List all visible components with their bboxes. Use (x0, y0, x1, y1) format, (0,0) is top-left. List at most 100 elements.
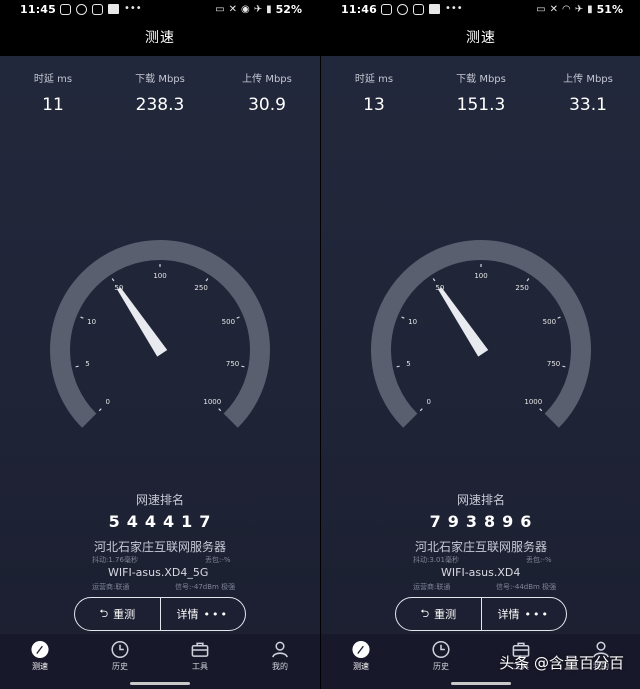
gauge-tick-label: 750 (225, 360, 240, 369)
watermark-text: 头条 @含量百分百 (499, 654, 624, 672)
speedometer-icon (31, 640, 49, 659)
gauge-tick-mark (419, 408, 423, 412)
app-bar: 测速 (321, 20, 640, 56)
battery-level: 51% (596, 3, 623, 16)
operator-text: 运营商:联通 (413, 583, 451, 591)
download-metric: 下载 Mbps 151.3 (436, 70, 526, 115)
home-indicator[interactable] (451, 682, 511, 685)
gauge-tick-label: 5 (406, 360, 411, 369)
gauge-tick-label: 1000 (203, 398, 222, 407)
home-indicator[interactable] (130, 682, 190, 685)
sync-icon (60, 4, 71, 15)
app-bar: 测速 (0, 20, 320, 56)
mail-icon (429, 4, 440, 14)
mail-icon (108, 4, 119, 14)
download-label: 下载 Mbps (456, 74, 506, 85)
gauge-needle (438, 287, 489, 357)
battery-level: 52% (275, 3, 302, 16)
download-metric: 下载 Mbps 238.3 (115, 70, 205, 115)
rank-title: 网速排名 (456, 493, 505, 507)
more-notifications-icon: ••• (445, 3, 463, 14)
gauge-needle (117, 287, 168, 357)
gauge-tick-label: 750 (546, 360, 561, 369)
gauge-tick-label: 0 (105, 398, 110, 407)
gauge-tick-mark (526, 278, 530, 282)
packet-loss-text: 丢包:-% (526, 556, 552, 564)
undo-icon: ⮌ (420, 606, 430, 620)
nav-label: 我的 (272, 662, 288, 671)
nav-item-history[interactable]: 历史 (401, 634, 481, 689)
latency-value: 11 (42, 95, 64, 115)
latency-label: 时延 ms (354, 74, 394, 85)
wifi-icon: ◠ (562, 4, 571, 15)
app-notification-icon (76, 4, 87, 15)
nav-label: 测速 (353, 662, 369, 671)
gauge-tick-mark (432, 278, 436, 282)
gauge-tick-label: 500 (542, 317, 557, 326)
retest-button[interactable]: ⮌ 重测 (75, 598, 160, 630)
speed-gauge: 0 5 10 50 100 250 500 750 1000 (361, 228, 601, 428)
undo-icon: ⮌ (99, 606, 109, 620)
action-buttons: ⮌ 重测 详情 ••• (395, 597, 567, 631)
screenshot-pair: 11:45 ••• ▭ ✕ ◉ ✈ ▮ 52% 测速 时延 ms 11 下载 M… (0, 0, 640, 689)
gauge-tick-label: 50 (114, 284, 124, 293)
nav-item-profile[interactable]: 我的 (240, 634, 320, 689)
gauge-tick-marks (75, 264, 245, 412)
download-value: 151.3 (456, 95, 506, 115)
gauge-tick-mark (401, 316, 405, 319)
download-label: 下载 Mbps (135, 74, 185, 85)
wifi-ssid: WIFI-asus.XD4_5G (108, 566, 209, 579)
gauge-needle-shape (438, 287, 489, 357)
more-icon: ••• (524, 607, 550, 621)
clock-icon (432, 640, 450, 659)
status-bar: 11:46 ••• ▭ ✕ ◠ ✈ ▮ 51% (321, 0, 640, 20)
packet-loss-text: 丢包:-% (205, 556, 231, 564)
upload-label: 上传 Mbps (563, 74, 613, 85)
nav-label: 测速 (32, 662, 48, 671)
retest-button[interactable]: ⮌ 重测 (396, 598, 481, 630)
details-button[interactable]: 详情 ••• (159, 598, 246, 630)
gauge-tick-mark (539, 408, 543, 412)
rank-number: 544417 (108, 512, 218, 531)
nav-item-history[interactable]: 历史 (80, 634, 160, 689)
toolbox-icon (191, 642, 209, 657)
more-notifications-icon: ••• (124, 3, 142, 14)
clipboard-icon (413, 4, 424, 15)
battery-icon: ▮ (587, 4, 593, 15)
gauge-tick-label: 0 (426, 398, 431, 407)
operator-text: 运营商:联通 (92, 583, 130, 591)
upload-label: 上传 Mbps (242, 74, 292, 85)
gauge-tick-mark (396, 365, 400, 368)
page-title: 测速 (145, 30, 175, 46)
gauge-tick-mark (218, 408, 222, 412)
action-buttons: ⮌ 重测 详情 ••• (74, 597, 246, 631)
gauge-tick-mark (236, 316, 240, 319)
gauge-tick-label: 10 (87, 317, 97, 326)
details-button[interactable]: 详情 ••• (480, 598, 567, 630)
nav-item-tools[interactable]: 工具 (160, 634, 240, 689)
phone-screen-2: 11:46 ••• ▭ ✕ ◠ ✈ ▮ 51% 测速 时延 ms 13 下载 M… (320, 0, 640, 689)
latency-label: 时延 ms (33, 74, 73, 85)
gauge-tick-mark (205, 278, 209, 282)
bottom-navigation: 测速 历史 工具 我的 (0, 634, 320, 689)
gauge-tick-label: 500 (221, 317, 236, 326)
rank-title: 网速排名 (135, 493, 184, 507)
nav-label: 历史 (433, 662, 449, 671)
hd-icon: ▭ (536, 4, 546, 15)
gauge-tick-label: 250 (194, 284, 208, 293)
gauge-tick-mark (98, 408, 102, 412)
upload-value: 33.1 (569, 95, 607, 115)
app-notification-icon (397, 4, 408, 15)
nav-item-speedtest[interactable]: 测速 (0, 634, 80, 689)
retest-label: 重测 (113, 608, 136, 621)
airplane-icon: ✈ (574, 4, 584, 15)
page-title: 测速 (466, 30, 496, 46)
nav-item-speedtest[interactable]: 测速 (321, 634, 401, 689)
sync-icon (381, 4, 392, 15)
gauge-tick-label: 50 (435, 284, 445, 293)
hd-icon: ▭ (215, 4, 225, 15)
gauge-tick-mark (557, 316, 561, 319)
battery-icon: ▮ (266, 4, 272, 15)
status-time: 11:45 (20, 3, 57, 16)
airplane-icon: ✈ (253, 4, 263, 15)
